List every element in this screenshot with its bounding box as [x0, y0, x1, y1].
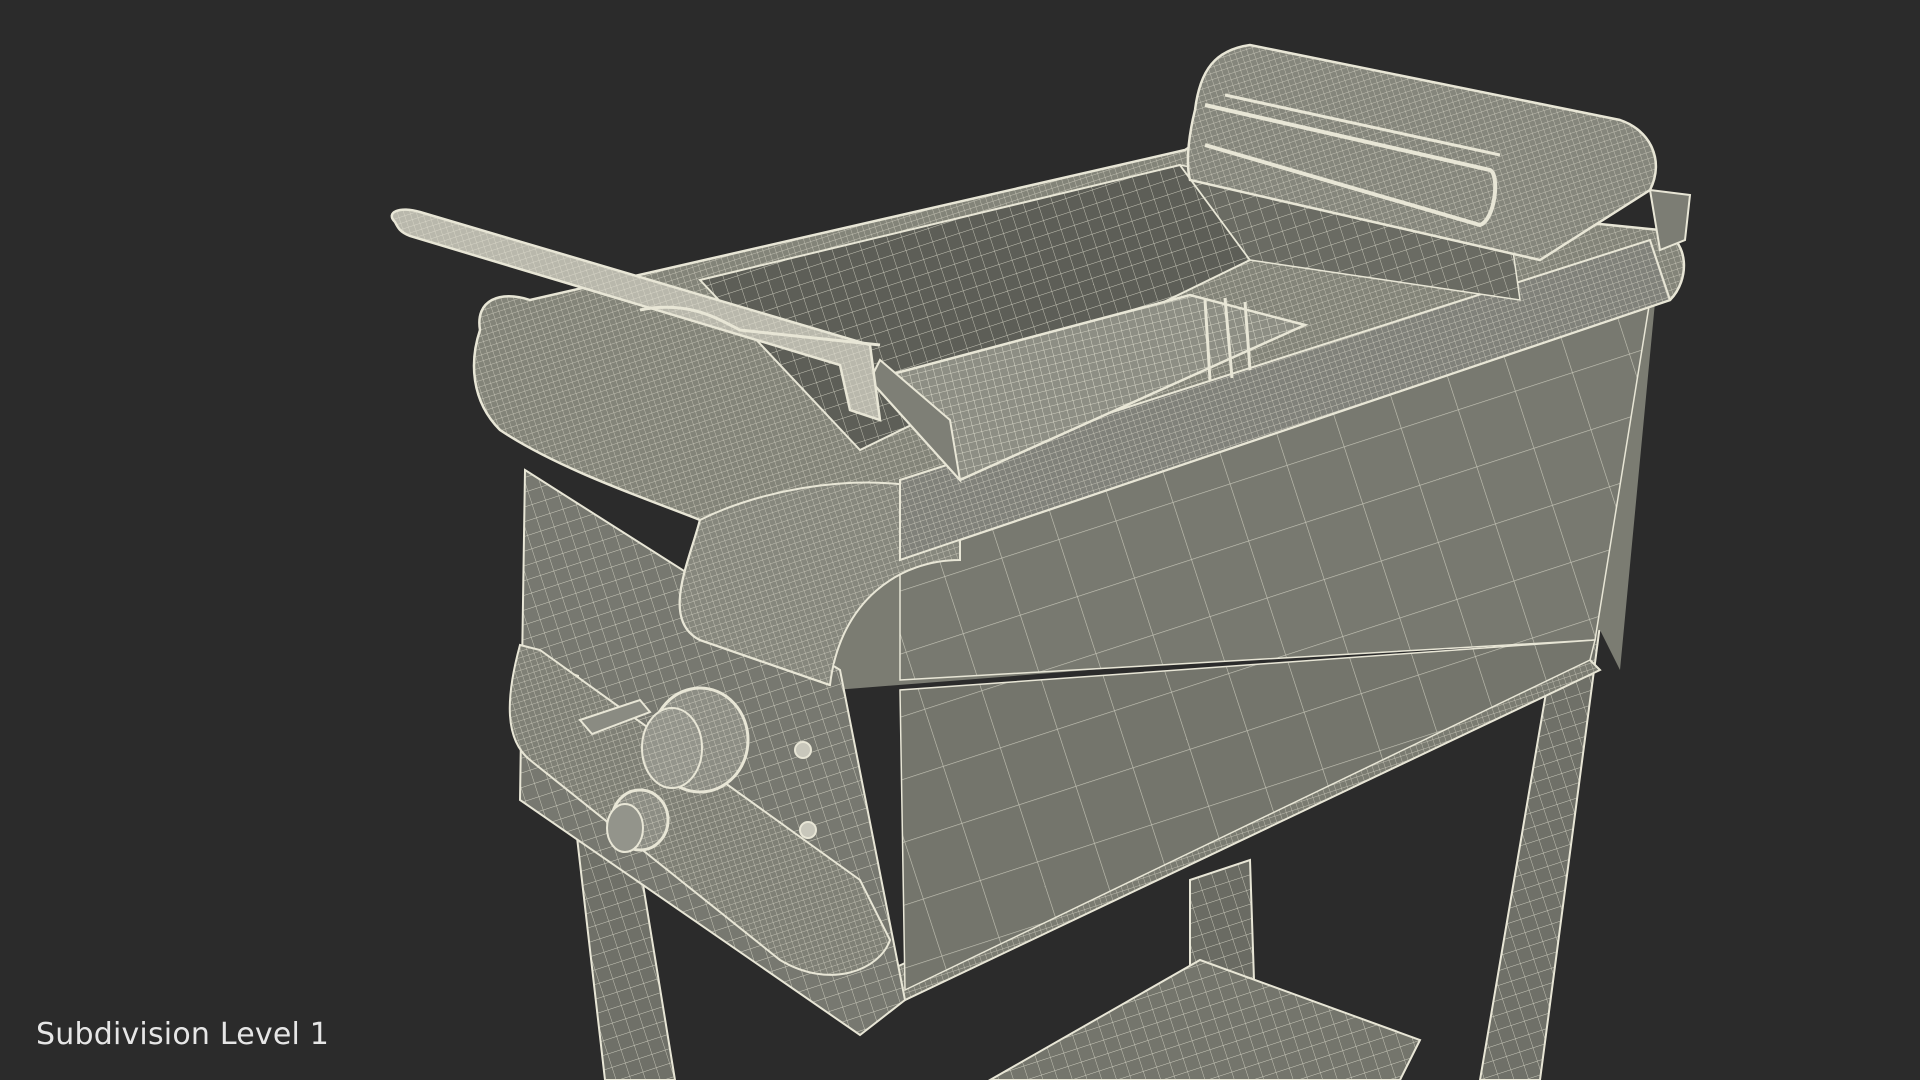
subdivision-level-caption: Subdivision Level 1 — [36, 1017, 330, 1052]
lower-shelf — [987, 958, 1422, 1080]
render-viewport: Subdivision Level 1 — [0, 0, 1920, 1080]
fryer-wireframe-render — [390, 43, 1692, 1080]
